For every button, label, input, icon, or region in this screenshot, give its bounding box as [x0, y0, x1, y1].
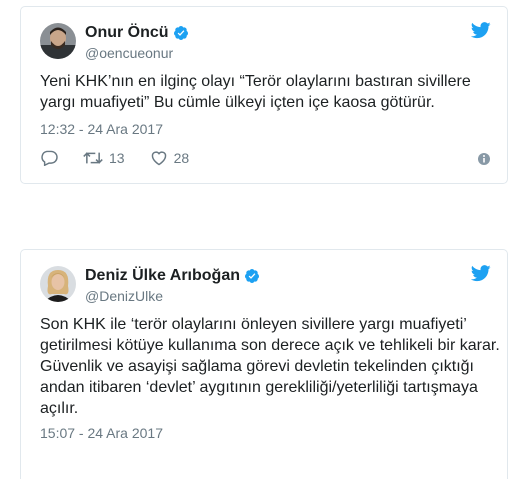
- tweet-actions: 13 28: [40, 150, 214, 166]
- avatar[interactable]: [40, 266, 76, 302]
- avatar[interactable]: [40, 23, 76, 59]
- author-name[interactable]: Onur Öncü: [85, 23, 189, 43]
- twitter-bird-icon[interactable]: [471, 265, 491, 282]
- author-name-text[interactable]: Onur Öncü: [85, 23, 169, 43]
- retweet-button[interactable]: 13: [83, 150, 125, 166]
- tweet-text: Son KHK ile ‘terör olaylarını önleyen si…: [40, 316, 500, 417]
- tweet-text: Yeni KHK’nın en ilginç olayı “Terör olay…: [40, 73, 471, 111]
- tweet-timestamp[interactable]: 12:32 - 24 Ara 2017: [40, 120, 163, 138]
- like-button[interactable]: 28: [150, 150, 190, 166]
- like-count: 28: [173, 150, 190, 166]
- author-handle[interactable]: @oencueonur: [85, 44, 173, 62]
- tweet-card-denizulke: Deniz Ülke Arıboğan @DenizUlke Son KHK i…: [20, 249, 508, 479]
- verified-badge-icon: [244, 269, 259, 283]
- tweet-card-oencueonur: Onur Öncü @oencueonur Yeni KHK’nın en il…: [20, 6, 508, 184]
- like-icon: [151, 151, 166, 166]
- verified-badge-icon: [173, 26, 188, 40]
- reply-icon: [41, 150, 58, 166]
- author-name[interactable]: Deniz Ülke Arıboğan: [85, 266, 260, 286]
- tweet-timestamp[interactable]: 15:07 - 24 Ara 2017: [40, 424, 163, 442]
- retweet-count: 13: [109, 150, 125, 166]
- reply-button[interactable]: [40, 150, 58, 166]
- info-icon[interactable]: [477, 152, 491, 166]
- author-name-text[interactable]: Deniz Ülke Arıboğan: [85, 266, 240, 286]
- twitter-bird-icon[interactable]: [471, 22, 491, 39]
- author-handle[interactable]: @DenizUlke: [85, 287, 163, 305]
- retweet-icon: [83, 152, 103, 164]
